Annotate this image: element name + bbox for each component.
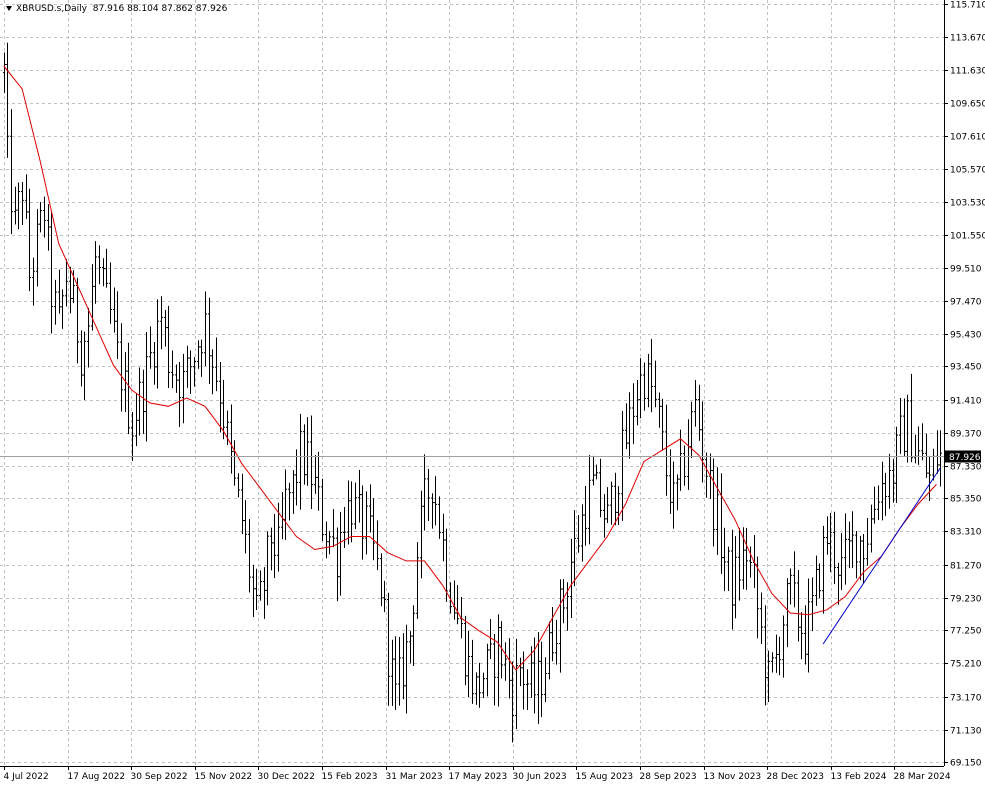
- time-tick-label: 28 Sep 2023: [640, 772, 697, 782]
- price-tick-label: 79.230: [950, 595, 982, 605]
- price-tick-label: 91.410: [950, 397, 982, 407]
- price-tick-label: 103.530: [950, 199, 985, 209]
- time-tick-label: 28 Dec 2023: [767, 772, 825, 782]
- dropdown-triangle-icon[interactable]: [6, 6, 12, 11]
- time-tick-label: 13 Feb 2024: [831, 772, 887, 782]
- price-tick-label: 99.510: [950, 265, 982, 275]
- price-tick-label: 69.150: [950, 759, 982, 769]
- price-tick-label: 101.550: [950, 232, 985, 242]
- last-price-label-text: 87.926: [949, 453, 981, 463]
- price-tick-label: 89.370: [950, 430, 982, 440]
- symbol-timeframe: XBRUSD.s,Daily: [16, 4, 88, 14]
- price-tick-label: 115.710: [950, 1, 985, 11]
- price-tick-label: 73.170: [950, 694, 982, 704]
- price-tick-label: 97.470: [950, 298, 982, 308]
- price-tick-label: 71.130: [950, 727, 982, 737]
- price-tick-label: 107.610: [950, 133, 985, 143]
- ohlc-values: 87.916 88.104 87.862 87.926: [92, 4, 228, 14]
- price-tick-label: 75.210: [950, 660, 982, 670]
- time-tick-label: 17 May 2023: [449, 772, 508, 782]
- price-tick-label: 77.250: [950, 627, 982, 637]
- time-tick-label: 28 Mar 2024: [894, 772, 951, 782]
- time-tick-label: 30 Jun 2023: [513, 772, 567, 782]
- price-tick-label: 87.330: [950, 463, 982, 473]
- time-tick-label: 31 Mar 2023: [386, 772, 443, 782]
- last-price-label: 87.926: [945, 450, 981, 463]
- time-tick-label: 15 Feb 2023: [322, 772, 378, 782]
- price-tick-label: 113.670: [950, 34, 985, 44]
- chart-area[interactable]: 115.710 113.670 111.630 109.650 107.610 105.5…: [0, 0, 985, 787]
- price-tick-label: 81.270: [950, 562, 982, 572]
- time-tick-label: 4 Jul 2022: [4, 772, 49, 782]
- price-tick-label: 83.310: [950, 528, 982, 538]
- time-tick-label: 17 Aug 2022: [68, 772, 126, 782]
- time-tick-label: 13 Nov 2023: [704, 772, 762, 782]
- chart-canvas[interactable]: 115.710 113.670 111.630 109.650 107.610 105.5…: [0, 0, 985, 787]
- price-tick-label: 109.650: [950, 100, 985, 110]
- price-tick-label: 111.630: [950, 67, 985, 77]
- time-tick-label: 15 Aug 2023: [576, 772, 634, 782]
- plot-background: [0, 0, 985, 787]
- price-tick-label: 93.450: [950, 363, 982, 373]
- time-tick-label: 30 Dec 2022: [258, 772, 316, 782]
- price-tick-label: 85.350: [950, 495, 982, 505]
- price-tick-label: 95.430: [950, 331, 982, 341]
- time-tick-label: 30 Sep 2022: [131, 772, 188, 782]
- time-tick-label: 15 Nov 2022: [195, 772, 253, 782]
- price-tick-label: 105.570: [950, 166, 985, 176]
- chart-title: XBRUSD.s,Daily 87.916 88.104 87.862 87.9…: [6, 4, 227, 14]
